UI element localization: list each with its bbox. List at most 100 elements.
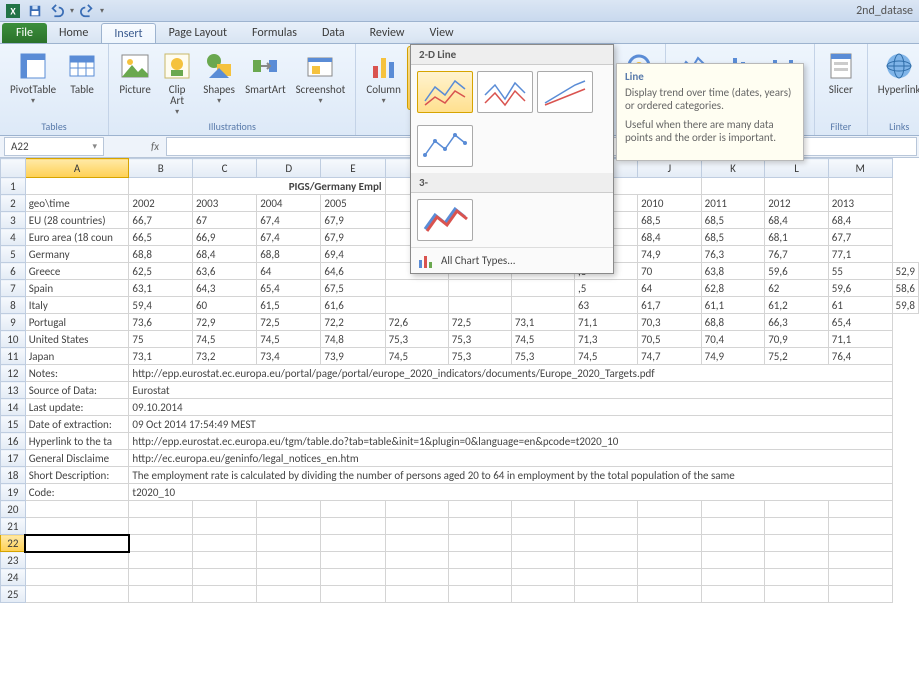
cell[interactable]: 66,5	[129, 229, 193, 246]
cell[interactable]: 68,5	[638, 212, 702, 229]
cell[interactable]: 73,1	[511, 314, 574, 331]
row-header-9[interactable]: 9	[1, 314, 26, 331]
cell[interactable]: 74,5	[511, 331, 574, 348]
cell[interactable]: 69,4	[321, 246, 385, 263]
cell[interactable]	[448, 518, 511, 535]
cell[interactable]	[321, 569, 385, 586]
cell[interactable]	[765, 569, 829, 586]
cell[interactable]	[192, 501, 256, 518]
cell[interactable]	[574, 569, 637, 586]
cell[interactable]: 64,6	[321, 263, 385, 280]
cell[interactable]	[25, 586, 129, 603]
cell[interactable]: EU (28 countries)	[25, 212, 129, 229]
file-tab[interactable]: File	[2, 23, 47, 43]
cell[interactable]	[511, 518, 574, 535]
cell[interactable]	[448, 586, 511, 603]
cell[interactable]: http://ec.europa.eu/geninfo/legal_notice…	[129, 450, 892, 467]
cell[interactable]	[638, 501, 702, 518]
header-cell[interactable]: 2012	[765, 195, 829, 212]
cell[interactable]	[765, 586, 829, 603]
cell[interactable]: Hyperlink to the ta	[25, 433, 129, 450]
cell[interactable]: 67,7	[828, 229, 892, 246]
cell[interactable]	[257, 518, 321, 535]
col-header-B[interactable]: B	[129, 159, 193, 178]
cell[interactable]	[129, 552, 193, 569]
undo-icon[interactable]	[48, 2, 66, 20]
cell[interactable]	[701, 552, 765, 569]
row-header-6[interactable]: 6	[1, 263, 26, 280]
cell[interactable]	[511, 501, 574, 518]
cell[interactable]: Spain	[25, 280, 129, 297]
cell[interactable]: 64,3	[192, 280, 256, 297]
cell[interactable]	[257, 552, 321, 569]
cell[interactable]: 09.10.2014	[129, 399, 892, 416]
slicer-button[interactable]: Slicer	[821, 46, 861, 97]
cell[interactable]: 73,6	[129, 314, 193, 331]
fx-icon[interactable]: fx	[144, 136, 166, 157]
cell[interactable]: 67,4	[257, 212, 321, 229]
cell[interactable]	[192, 586, 256, 603]
cell[interactable]	[129, 569, 193, 586]
cell[interactable]: 67,4	[257, 229, 321, 246]
col-header-J[interactable]: J	[638, 159, 702, 178]
row-header-15[interactable]: 15	[1, 416, 26, 433]
cell[interactable]: 55	[828, 263, 892, 280]
tab-home[interactable]: Home	[47, 23, 100, 43]
row-header-12[interactable]: 12	[1, 365, 26, 382]
cell[interactable]	[701, 569, 765, 586]
cell[interactable]: 72,5	[448, 314, 511, 331]
cell[interactable]: 70	[638, 263, 702, 280]
cell[interactable]: 64	[257, 263, 321, 280]
row-header-16[interactable]: 16	[1, 433, 26, 450]
cell[interactable]: 68,8	[257, 246, 321, 263]
cell[interactable]	[828, 535, 892, 552]
header-cell[interactable]: 2004	[257, 195, 321, 212]
cell[interactable]	[321, 501, 385, 518]
cell[interactable]: 73,1	[129, 348, 193, 365]
cell[interactable]	[828, 501, 892, 518]
cell[interactable]	[448, 280, 511, 297]
cell[interactable]	[385, 569, 448, 586]
cell[interactable]	[574, 535, 637, 552]
cell[interactable]	[257, 535, 321, 552]
tab-page-layout[interactable]: Page Layout	[157, 23, 239, 43]
cell[interactable]: 62	[765, 280, 829, 297]
row-header-25[interactable]: 25	[1, 586, 26, 603]
cell[interactable]	[385, 535, 448, 552]
cell[interactable]: 63,1	[129, 280, 193, 297]
cell[interactable]	[321, 586, 385, 603]
cell[interactable]: 61,5	[257, 297, 321, 314]
cell[interactable]	[192, 552, 256, 569]
col-header-K[interactable]: K	[701, 159, 765, 178]
line-chart-type-2[interactable]	[477, 71, 533, 113]
cell[interactable]: 72,9	[192, 314, 256, 331]
cell[interactable]: 74,8	[321, 331, 385, 348]
cell[interactable]: 70,9	[765, 331, 829, 348]
cell[interactable]	[638, 518, 702, 535]
col-header-M[interactable]: M	[828, 159, 892, 178]
pivottable-button[interactable]: PivotTable▾	[6, 46, 60, 108]
cell[interactable]	[511, 535, 574, 552]
cell[interactable]	[765, 518, 829, 535]
cell[interactable]: 65,4	[257, 280, 321, 297]
cell[interactable]: ,5	[574, 280, 637, 297]
cell[interactable]	[25, 535, 129, 552]
cell[interactable]: 63,8	[701, 263, 765, 280]
row-header-2[interactable]: 2	[1, 195, 26, 212]
cell[interactable]	[638, 535, 702, 552]
cell[interactable]: 68,8	[701, 314, 765, 331]
cell[interactable]: 67,9	[321, 212, 385, 229]
cell[interactable]: 73,2	[192, 348, 256, 365]
cell[interactable]: 76,7	[765, 246, 829, 263]
cell[interactable]	[192, 535, 256, 552]
cell[interactable]: 63,6	[192, 263, 256, 280]
cell[interactable]	[129, 535, 193, 552]
cell[interactable]: 59,6	[765, 263, 829, 280]
cell[interactable]	[701, 501, 765, 518]
cell[interactable]: 72,6	[385, 314, 448, 331]
cell[interactable]	[385, 280, 448, 297]
row-header-20[interactable]: 20	[1, 501, 26, 518]
name-box[interactable]: A22▾	[4, 137, 104, 156]
header-cell[interactable]: 2013	[828, 195, 892, 212]
cell[interactable]: The employment rate is calculated by div…	[129, 467, 892, 484]
